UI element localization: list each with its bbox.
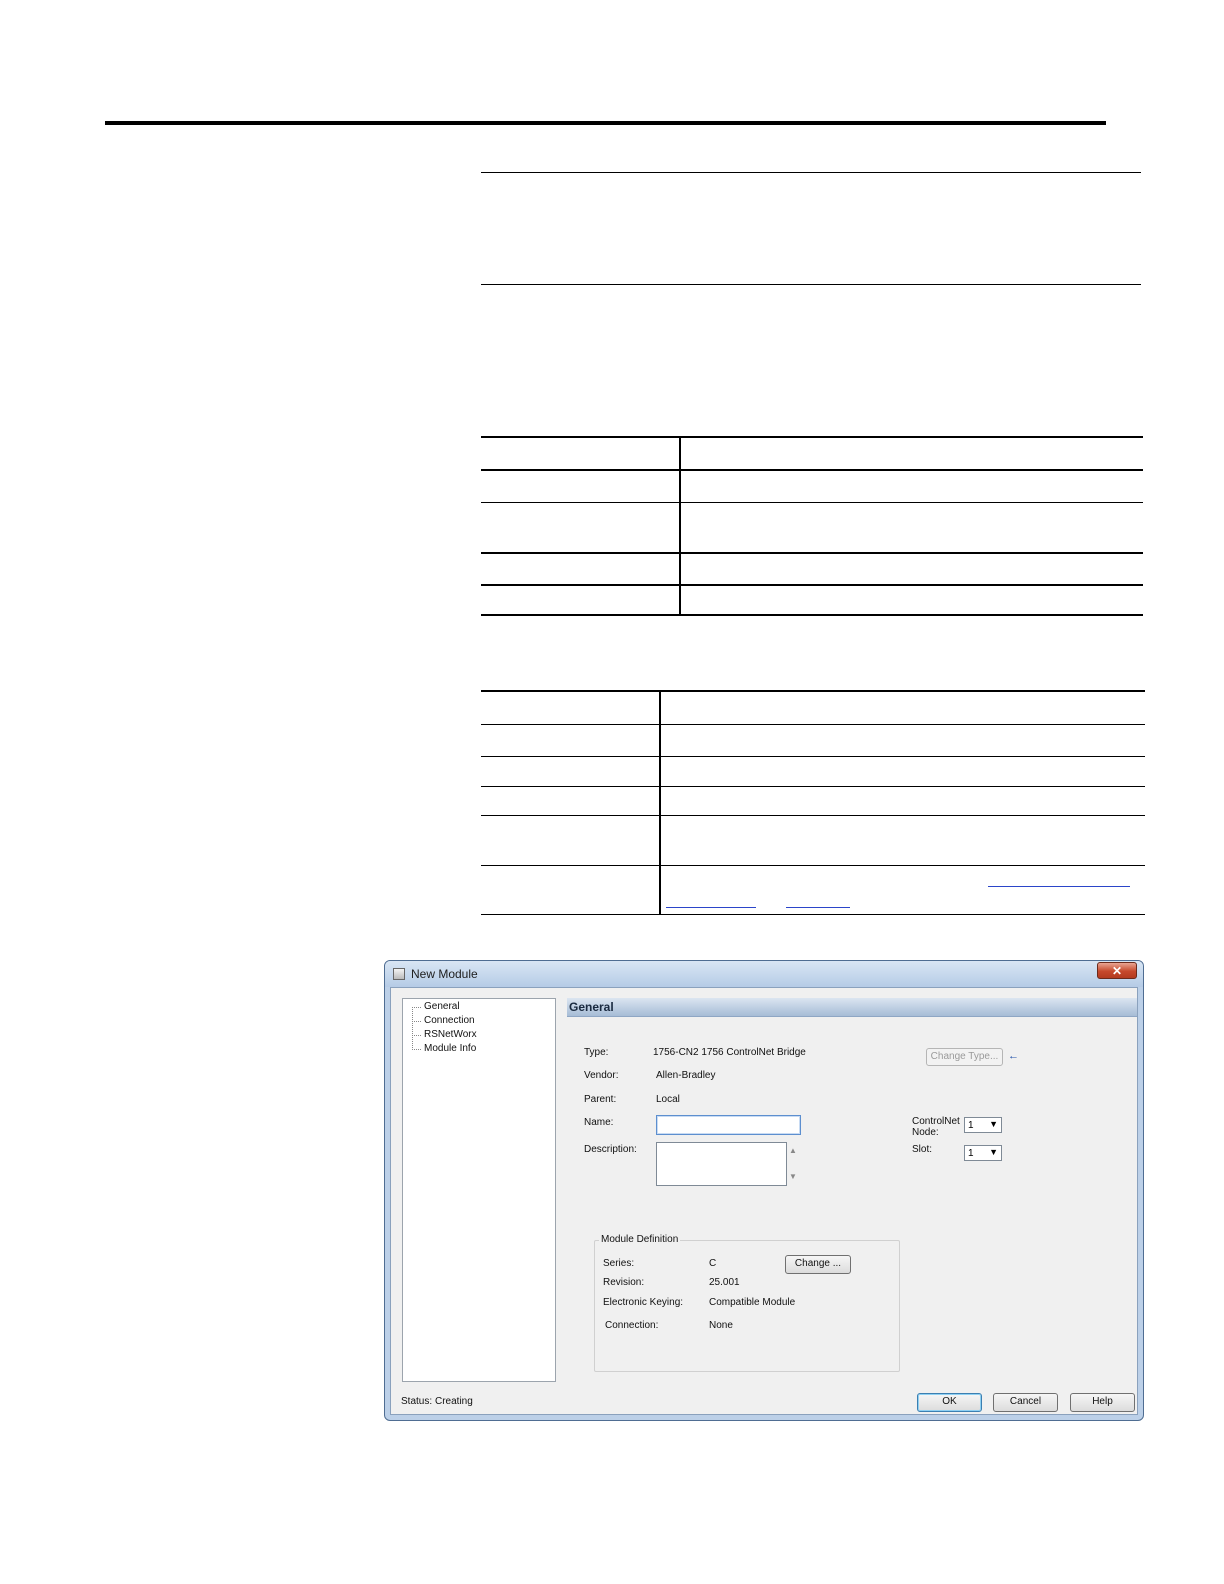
table-row: [481, 586, 1143, 614]
section-title: General: [569, 1000, 614, 1014]
table-row: [481, 692, 1145, 724]
module-definition-group: Module Definition Series: C Revision: 25…: [594, 1234, 900, 1372]
cancel-button[interactable]: Cancel: [993, 1393, 1058, 1412]
module-definition-title: Module Definition: [599, 1234, 681, 1245]
vendor-label: Vendor:: [584, 1070, 619, 1081]
controlnet-node-value: 1: [968, 1120, 974, 1131]
name-input[interactable]: [656, 1115, 801, 1135]
close-button[interactable]: ✕: [1097, 962, 1137, 979]
status-value: Creating: [435, 1396, 473, 1407]
revision-value: 25.001: [709, 1277, 740, 1288]
parent-value: Local: [656, 1094, 680, 1105]
change-type-button[interactable]: Change Type...: [926, 1048, 1003, 1066]
table-row: [481, 471, 1143, 502]
description-input[interactable]: [656, 1142, 787, 1186]
tree-item-rsnetworx[interactable]: RSNetWorx: [412, 1029, 477, 1041]
tree-item-connection[interactable]: Connection: [412, 1015, 475, 1027]
table-row: [481, 725, 1145, 756]
tree-item-module-info[interactable]: Module Info: [412, 1043, 476, 1055]
controlnet-node-label: ControlNet Node:: [912, 1116, 960, 1138]
scroll-up-icon[interactable]: ▲: [789, 1146, 797, 1155]
tree-item-general[interactable]: General: [412, 1001, 460, 1013]
electronic-keying-value: Compatible Module: [709, 1297, 796, 1308]
new-module-dialog: New Module ✕ General Connection RSNetWor…: [384, 960, 1144, 1421]
dialog-title: New Module: [411, 967, 478, 981]
slot-select[interactable]: 1 ▼: [964, 1145, 1002, 1161]
parent-label: Parent:: [584, 1094, 617, 1105]
electronic-keying-label: Electronic Keying:: [603, 1297, 684, 1308]
section-header: General: [567, 998, 1137, 1017]
name-label: Name:: [584, 1117, 614, 1128]
table-row: [481, 438, 1143, 469]
dialog-client-area: General Connection RSNetWorx Module Info…: [390, 987, 1138, 1415]
series-value: C: [709, 1258, 717, 1269]
link-underline[interactable]: [666, 907, 756, 908]
arrow-left-icon: ←: [1008, 1050, 1019, 1062]
app-icon: [393, 968, 405, 980]
title-bar[interactable]: New Module ✕: [385, 961, 1143, 987]
link-underline[interactable]: [786, 907, 850, 908]
type-label: Type:: [584, 1047, 609, 1058]
help-button[interactable]: Help: [1070, 1393, 1135, 1412]
table-row: [481, 757, 1145, 786]
table-2: [481, 690, 1145, 915]
dropdown-arrow-icon: ▼: [989, 1119, 998, 1129]
scroll-down-icon[interactable]: ▼: [789, 1172, 797, 1181]
page-top-rule: [105, 121, 1106, 125]
table-row: [481, 554, 1143, 584]
table-1: [481, 436, 1143, 616]
status-label: Status:: [401, 1396, 433, 1407]
dropdown-arrow-icon: ▼: [989, 1147, 998, 1157]
revision-label: Revision:: [603, 1277, 645, 1288]
connection-label: Connection:: [605, 1320, 659, 1331]
note-box-bottom-rule: [481, 284, 1141, 285]
controlnet-node-select[interactable]: 1 ▼: [964, 1117, 1002, 1133]
link-underline[interactable]: [988, 886, 1130, 887]
table-row: [481, 787, 1145, 815]
slot-value: 1: [968, 1148, 974, 1159]
series-label: Series:: [603, 1258, 635, 1269]
table-row: [481, 866, 1145, 914]
vendor-value: Allen-Bradley: [656, 1070, 716, 1081]
note-box-top-rule: [481, 172, 1141, 173]
category-tree[interactable]: General Connection RSNetWorx Module Info: [402, 998, 556, 1382]
ok-button[interactable]: OK: [917, 1393, 982, 1412]
slot-label: Slot:: [912, 1144, 933, 1155]
table-row: [481, 816, 1145, 865]
connection-value: None: [709, 1320, 733, 1331]
type-value: 1756-CN2 1756 ControlNet Bridge: [653, 1047, 806, 1058]
close-icon: ✕: [1111, 964, 1123, 978]
change-definition-button[interactable]: Change ...: [785, 1255, 851, 1274]
description-label: Description:: [584, 1144, 637, 1155]
table-row: [481, 503, 1143, 552]
